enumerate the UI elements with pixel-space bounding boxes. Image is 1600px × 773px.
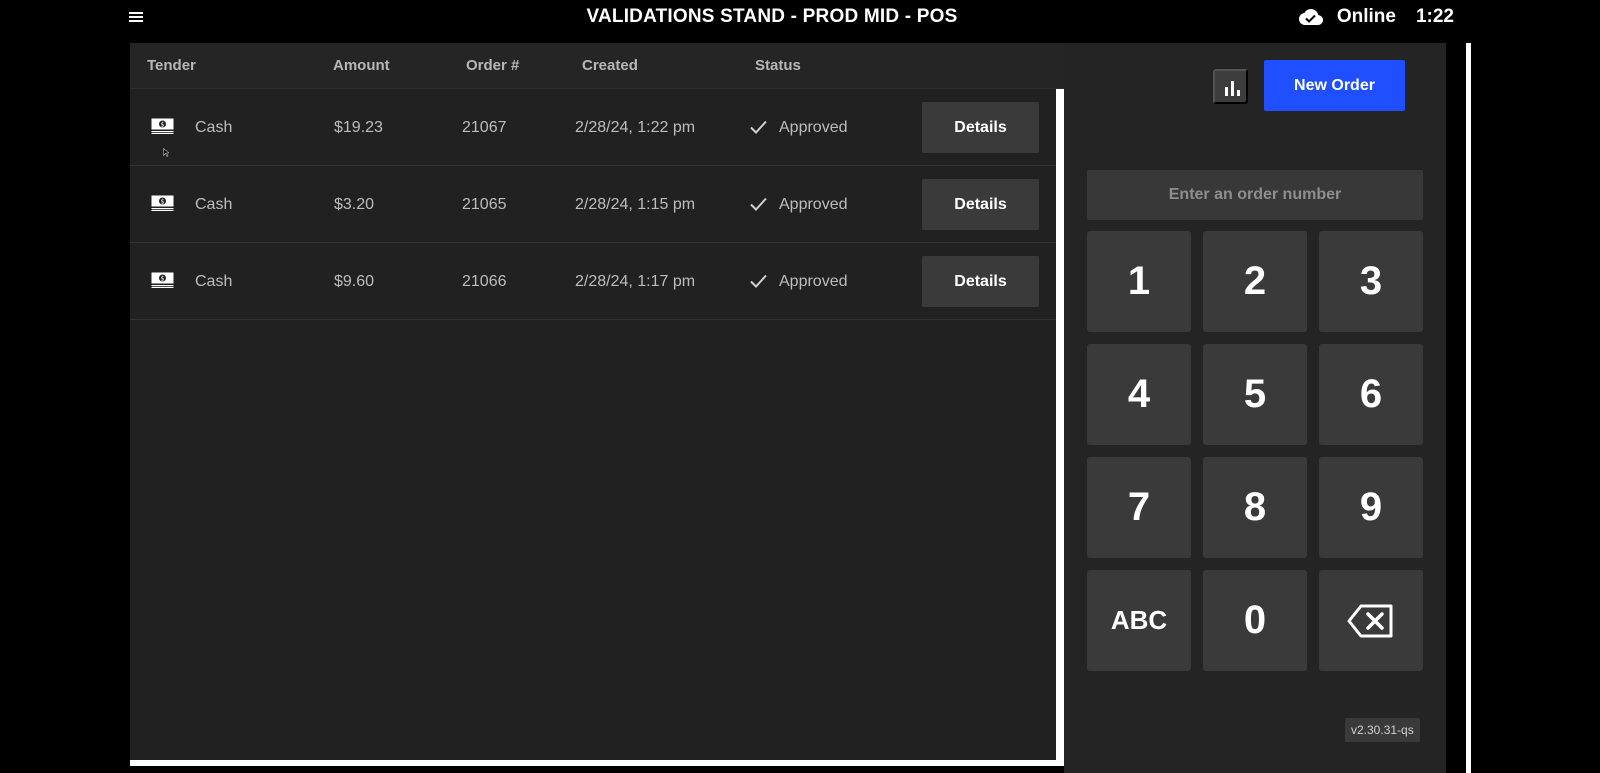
keypad-backspace-button[interactable] bbox=[1319, 570, 1423, 671]
keypad-key-6[interactable]: 6 bbox=[1319, 344, 1423, 445]
column-header-amount: Amount bbox=[333, 57, 390, 74]
details-button[interactable]: Details bbox=[922, 256, 1039, 307]
version-badge: v2.30.31-qs bbox=[1345, 718, 1420, 742]
right-edge-divider bbox=[1466, 43, 1471, 773]
cloud-check-icon bbox=[1298, 9, 1323, 25]
amount-cell: $9.60 bbox=[334, 273, 375, 290]
backspace-icon bbox=[1347, 604, 1393, 637]
column-header-order-number: Order # bbox=[466, 57, 520, 74]
tender-cell: Cash bbox=[195, 196, 233, 213]
check-icon bbox=[750, 274, 767, 288]
clock: 1:22 bbox=[1415, 6, 1454, 27]
amount-cell: $3.20 bbox=[334, 196, 375, 213]
table-row[interactable]: $ Cash $9.60 21066 2/28/24, 1:17 pm Appr… bbox=[130, 243, 1058, 320]
keypad-key-3[interactable]: 3 bbox=[1319, 231, 1423, 332]
keypad-key-abc[interactable]: ABC bbox=[1087, 570, 1191, 671]
orders-table: Tender Amount Order # Created Status $ C… bbox=[130, 43, 1064, 765]
order-number-cell: 21067 bbox=[462, 119, 507, 136]
table-row[interactable]: $ Cash $19.23 21067 2/28/24, 1:22 pm App… bbox=[130, 89, 1058, 166]
scrollbar-track[interactable] bbox=[1056, 89, 1064, 765]
mouse-cursor-icon bbox=[163, 148, 169, 157]
created-cell: 2/28/24, 1:17 pm bbox=[575, 273, 696, 290]
svg-text:$: $ bbox=[161, 121, 165, 128]
tender-cell: Cash bbox=[195, 119, 233, 136]
tender-cell: Cash bbox=[195, 273, 233, 290]
status-cell: Approved bbox=[779, 196, 848, 213]
cash-icon: $ bbox=[151, 272, 174, 288]
check-icon bbox=[750, 197, 767, 211]
keypad-key-9[interactable]: 9 bbox=[1319, 457, 1423, 558]
top-bar: VALIDATIONS STAND - PROD MID - POS Onlin… bbox=[0, 0, 1600, 37]
status-area: Online 1:22 bbox=[1298, 6, 1454, 28]
keypad-key-2[interactable]: 2 bbox=[1203, 231, 1307, 332]
order-number-cell: 21065 bbox=[462, 196, 507, 213]
keypad-key-7[interactable]: 7 bbox=[1087, 457, 1191, 558]
order-lookup-panel: New Order 1 2 3 4 5 6 7 8 9 ABC 0 v2.30.… bbox=[1064, 43, 1446, 773]
svg-text:$: $ bbox=[161, 275, 165, 282]
created-cell: 2/28/24, 1:15 pm bbox=[575, 196, 696, 213]
amount-cell: $19.23 bbox=[334, 119, 383, 136]
table-row[interactable]: $ Cash $3.20 21065 2/28/24, 1:15 pm Appr… bbox=[130, 166, 1058, 243]
cash-icon: $ bbox=[151, 118, 174, 134]
column-header-created: Created bbox=[582, 57, 638, 74]
cash-icon: $ bbox=[151, 195, 174, 211]
column-header-status: Status bbox=[755, 57, 801, 74]
status-cell: Approved bbox=[779, 119, 848, 136]
keypad-key-8[interactable]: 8 bbox=[1203, 457, 1307, 558]
keypad-key-5[interactable]: 5 bbox=[1203, 344, 1307, 445]
details-button[interactable]: Details bbox=[922, 179, 1039, 230]
connection-status: Online bbox=[1336, 6, 1396, 27]
order-number-cell: 21066 bbox=[462, 273, 507, 290]
reports-chart-button[interactable] bbox=[1213, 69, 1248, 104]
svg-text:$: $ bbox=[161, 198, 165, 205]
created-cell: 2/28/24, 1:22 pm bbox=[575, 119, 696, 136]
keypad-key-4[interactable]: 4 bbox=[1087, 344, 1191, 445]
column-header-tender: Tender bbox=[147, 57, 196, 74]
order-number-input[interactable] bbox=[1087, 170, 1423, 220]
new-order-button[interactable]: New Order bbox=[1264, 60, 1405, 111]
details-button[interactable]: Details bbox=[922, 102, 1039, 153]
check-icon bbox=[750, 120, 767, 134]
table-header: Tender Amount Order # Created Status bbox=[130, 43, 1064, 89]
keypad-key-0[interactable]: 0 bbox=[1203, 570, 1307, 671]
bar-chart-icon bbox=[1225, 81, 1240, 96]
panel-bottom-divider bbox=[130, 760, 1064, 766]
keypad-key-1[interactable]: 1 bbox=[1087, 231, 1191, 332]
status-cell: Approved bbox=[779, 273, 848, 290]
